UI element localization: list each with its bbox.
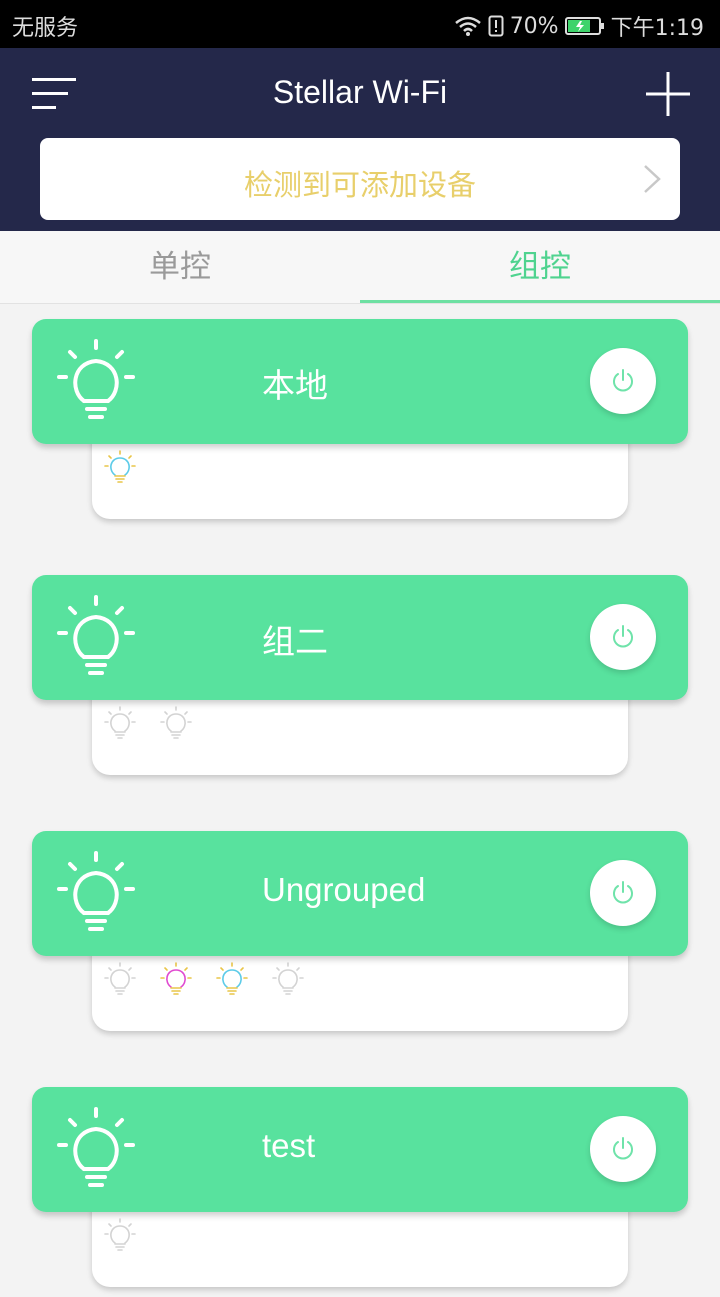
tab-single-control[interactable]: 单控 (0, 231, 360, 303)
clock: 下午1:19 (610, 16, 704, 41)
light-bulb-icon (56, 595, 136, 679)
add-button[interactable] (644, 70, 692, 118)
battery-icon (564, 17, 604, 35)
status-right: 70% 下午1:19 (454, 10, 704, 42)
app-title: Stellar Wi-Fi (272, 74, 448, 110)
device-bulb-icon[interactable] (102, 1217, 138, 1253)
device-icon-row (102, 961, 306, 997)
group-item: 组二 (0, 575, 720, 785)
device-icon-row (102, 449, 138, 485)
device-bulb-icon[interactable] (158, 705, 194, 741)
power-icon (613, 881, 633, 904)
power-button[interactable] (590, 1116, 656, 1182)
power-icon (613, 369, 633, 392)
power-button[interactable] (590, 348, 656, 414)
app-header: Stellar Wi-Fi 检测到可添加设备 (0, 48, 720, 231)
device-icon-row (102, 705, 194, 741)
plus-icon (646, 72, 690, 116)
light-bulb-icon (56, 851, 136, 935)
tab-bar: 单控 组控 (0, 231, 720, 304)
group-card[interactable]: 组二 (32, 575, 688, 700)
light-bulb-icon (56, 339, 136, 423)
group-card[interactable]: Ungrouped (32, 831, 688, 956)
status-bar: 无服务 70% 下午1:19 (0, 0, 720, 48)
group-name: 组二 (262, 623, 328, 660)
device-icon-row (102, 1217, 138, 1253)
detect-devices-banner[interactable]: 检测到可添加设备 (40, 138, 680, 220)
power-button[interactable] (590, 860, 656, 926)
device-bulb-icon[interactable] (102, 705, 138, 741)
device-bulb-icon[interactable] (102, 961, 138, 997)
group-item: 本地 (0, 319, 720, 529)
detect-banner-text: 检测到可添加设备 (243, 168, 476, 202)
alert-icon (488, 15, 504, 37)
battery-percent: 70% (509, 13, 559, 39)
group-name: Ungrouped (262, 871, 426, 908)
device-bulb-icon[interactable] (214, 961, 250, 997)
group-name: 本地 (262, 367, 328, 404)
group-item: Ungrouped (0, 831, 720, 1041)
power-button[interactable] (590, 604, 656, 670)
group-name: test (262, 1127, 316, 1164)
group-item: test (0, 1087, 720, 1297)
tab-group-control[interactable]: 组控 (360, 231, 720, 303)
power-icon (613, 625, 633, 648)
carrier-label: 无服务 (12, 16, 79, 41)
wifi-icon (454, 16, 481, 36)
chevron-right-icon (644, 165, 661, 193)
light-bulb-icon (56, 1107, 136, 1191)
device-bulb-icon[interactable] (158, 961, 194, 997)
device-bulb-icon[interactable] (270, 961, 306, 997)
group-card[interactable]: 本地 (32, 319, 688, 444)
group-card[interactable]: test (32, 1087, 688, 1212)
power-icon (613, 1137, 633, 1160)
device-bulb-icon[interactable] (102, 449, 138, 485)
